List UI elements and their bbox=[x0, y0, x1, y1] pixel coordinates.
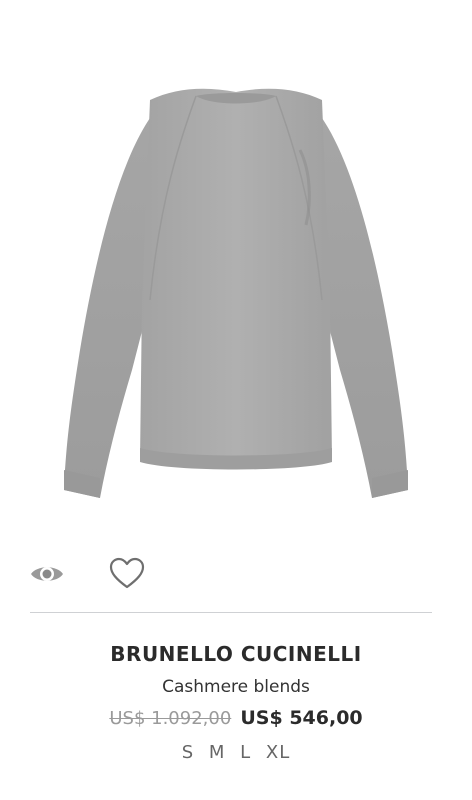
size-list: S M L XL bbox=[0, 738, 472, 768]
divider bbox=[30, 612, 432, 613]
sale-price: US$ 546,00 bbox=[240, 707, 363, 729]
sweater-illustration bbox=[64, 88, 408, 498]
eye-icon bbox=[31, 567, 63, 581]
size-option: M bbox=[208, 742, 226, 763]
size-option: S bbox=[181, 742, 195, 763]
product-description[interactable]: Cashmere blends bbox=[0, 672, 472, 702]
size-option: L bbox=[240, 742, 252, 763]
heart-icon bbox=[109, 557, 145, 589]
price-block: US$ 1.092,00 US$ 546,00 bbox=[0, 702, 472, 734]
wishlist-button[interactable] bbox=[108, 557, 146, 591]
product-info[interactable]: BRUNELLO CUCINELLI Cashmere blends US$ 1… bbox=[0, 636, 472, 768]
product-actions bbox=[0, 555, 472, 595]
quick-view-button[interactable] bbox=[28, 559, 66, 589]
product-image[interactable] bbox=[0, 0, 472, 540]
product-brand[interactable]: BRUNELLO CUCINELLI bbox=[0, 636, 472, 672]
original-price: US$ 1.092,00 bbox=[109, 708, 232, 729]
size-option: XL bbox=[265, 742, 291, 763]
